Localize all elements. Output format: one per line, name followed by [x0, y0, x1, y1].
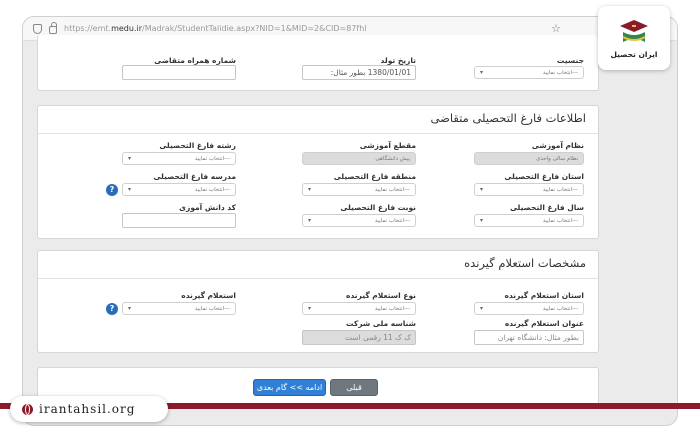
inquirer-province-select[interactable]: ---انتخاب نمایید ▾ [474, 302, 584, 315]
bookmark-star-icon[interactable]: ☆ [551, 22, 561, 35]
chevron-down-icon: ▾ [480, 69, 484, 76]
chevron-down-icon: ▾ [128, 305, 132, 312]
region-select[interactable]: ---انتخاب نمایید ▾ [302, 183, 416, 196]
help-icon[interactable]: ? [106, 303, 118, 315]
chevron-down-icon: ▾ [480, 186, 484, 193]
education-system-select: نظام سالی واحدی [474, 152, 584, 165]
companion-phone-label: شماره همراه متقاضی [154, 56, 236, 65]
globe-icon [22, 403, 33, 415]
province-label: استان فارغ التحصیلی [504, 172, 584, 181]
region-label: منطقه فارغ التحصیلی [333, 172, 416, 181]
previous-button[interactable]: قبلی [330, 379, 378, 396]
graduate-info-panel: اطلاعات فارغ التحصیلی متقاضی نظام آموزشی… [37, 105, 599, 239]
chevron-down-icon: ▾ [308, 186, 312, 193]
inquirer-title-input[interactable]: بطور مثال: دانشگاه تهران [474, 330, 584, 345]
province-select[interactable]: ---انتخاب نمایید ▾ [474, 183, 584, 196]
shield-icon[interactable] [33, 23, 42, 34]
chevron-down-icon: ▾ [308, 305, 312, 312]
education-system-label: نظام آموزشی [531, 141, 584, 150]
inquirer-info-panel: مشخصات استعلام گیرنده استان استعلام گیرن… [37, 250, 599, 353]
chevron-down-icon: ▾ [480, 305, 484, 312]
personal-info-panel: جنسیت ---انتخاب نمایید ▾ تاریخ تولد 1380/… [37, 35, 599, 91]
browser-window: https://emt.medu.ir/Madrak/StudentTalidi… [22, 16, 678, 426]
url-text[interactable]: https://emt.medu.ir/Madrak/StudentTalidi… [64, 24, 366, 33]
next-step-button[interactable]: ادامه >> گام بعدی [253, 379, 326, 396]
inquirer-type-label: نوع استعلام گیرنده [346, 291, 416, 300]
field-select[interactable]: ---انتخاب نمایید ▾ [122, 152, 236, 165]
panel-title: مشخصات استعلام گیرنده [464, 256, 586, 270]
national-id-input[interactable]: ک ک 11 رقمی است [302, 330, 416, 345]
gender-label: جنسیت [556, 56, 584, 65]
chevron-down-icon: ▾ [128, 155, 132, 162]
student-code-input[interactable] [122, 213, 236, 228]
inquirer-type-select[interactable]: ---انتخاب نمایید ▾ [302, 302, 416, 315]
birthdate-input[interactable]: 1380/01/01 بطور مثال: [302, 65, 416, 80]
site-badge: irantahsil.org [10, 396, 168, 422]
school-select[interactable]: ---انتخاب نمایید ▾ [122, 183, 236, 196]
companion-phone-input[interactable] [122, 65, 236, 80]
site-url: irantahsil.org [39, 402, 136, 416]
education-level-label: مقطع آموزشی [359, 141, 416, 150]
graduation-book-icon [620, 19, 648, 42]
term-label: نوبت فارغ التحصیلی [340, 203, 416, 212]
school-label: مدرسه فارغ التحصیلی [153, 172, 236, 181]
inquirer-select[interactable]: ---انتخاب نمایید ▾ [122, 302, 236, 315]
year-select[interactable]: ---انتخاب نمایید ▾ [474, 214, 584, 227]
gender-select[interactable]: ---انتخاب نمایید ▾ [474, 66, 584, 79]
chevron-down-icon: ▾ [480, 217, 484, 224]
inquirer-label: استعلام گیرنده [181, 291, 236, 300]
chevron-down-icon: ▾ [128, 186, 132, 193]
panel-title: اطلاعات فارغ التحصیلی متقاضی [430, 111, 586, 125]
inquirer-province-label: استان استعلام گیرنده [504, 291, 584, 300]
inquirer-title-label: عنوان استعلام گیرنده [504, 319, 584, 328]
birthdate-label: تاریخ تولد [380, 56, 416, 65]
term-select[interactable]: ---انتخاب نمایید ▾ [302, 214, 416, 227]
year-label: سال فارغ التحصیلی [509, 203, 584, 212]
help-icon[interactable]: ? [106, 184, 118, 196]
education-level-select: پیش دانشگاهی [302, 152, 416, 165]
brand-logo: ایران تحصیل [598, 6, 670, 70]
field-label: رشته فارغ التحصیلی [159, 141, 236, 150]
student-code-label: کد دانش آموزی [179, 203, 236, 212]
chevron-down-icon: ▾ [308, 217, 312, 224]
national-id-label: شناسه ملی شرکت [345, 319, 416, 328]
logo-text: ایران تحصیل [610, 49, 658, 59]
lock-icon [49, 22, 57, 34]
